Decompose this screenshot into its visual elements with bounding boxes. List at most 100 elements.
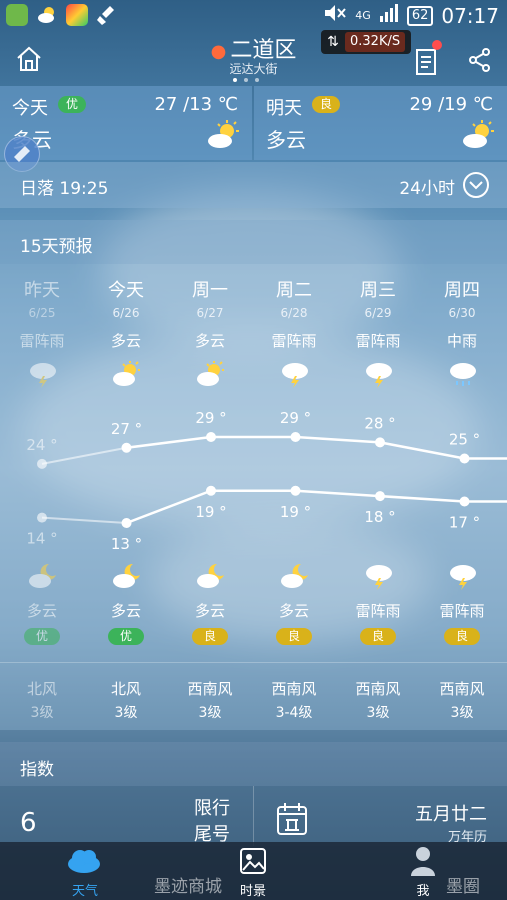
page-indicator	[233, 78, 259, 82]
day-date: 6/27	[196, 306, 224, 320]
forecast-day[interactable]: 昨天 6/25 雷阵雨 多云优北风 3级	[0, 264, 84, 730]
tab-me[interactable]: 我	[398, 842, 448, 900]
restriction-label: 限行 尾号	[194, 796, 230, 848]
status-bar: 4G 62 07:17	[0, 0, 507, 30]
network-type: 4G	[355, 9, 371, 22]
promo-circle[interactable]: 墨圈	[446, 872, 480, 897]
night-condition: 多云	[26, 602, 57, 620]
app-notification-icon	[6, 4, 28, 26]
index-header: 指数	[0, 742, 507, 786]
restriction-number: 6	[20, 808, 37, 838]
sun-cloud-icon	[112, 360, 142, 388]
moon-cloud-icon	[196, 562, 226, 590]
day-weekday: 周三	[360, 280, 396, 301]
forecast-day[interactable]: 周三 6/29 雷阵雨 雷阵雨良西南风 3级	[336, 264, 420, 730]
header: ● 二道区 远达大街 ⇅ 0.32K/S	[0, 30, 507, 86]
day-weekday: 周四	[444, 280, 480, 301]
share-icon[interactable]	[468, 48, 492, 72]
day-condition: 雷阵雨	[271, 332, 317, 350]
tab-weather-label: 天气	[71, 884, 98, 899]
wind-level: 3级	[30, 705, 54, 721]
forecast-day[interactable]: 今天 6/26 多云 多云优北风 3级	[84, 264, 168, 730]
wind-level: 3级	[450, 705, 474, 721]
tab-weather[interactable]: 天气	[60, 842, 110, 900]
thunder-cloud-icon	[448, 562, 478, 590]
wind-level: 3级	[198, 705, 222, 721]
aq-badge: 良	[360, 628, 396, 645]
restriction-line-1: 限行	[194, 798, 230, 819]
wind-direction: 西南风	[271, 680, 317, 698]
aq-badge: 优	[24, 628, 60, 645]
rain-cloud-icon	[448, 360, 478, 388]
wind-direction: 西南风	[439, 680, 485, 698]
wind-level: 3级	[366, 705, 390, 721]
forecast-title: 15天预报	[20, 237, 93, 257]
hourly-label: 24小时	[399, 179, 455, 199]
chevron-down-icon[interactable]	[463, 172, 489, 198]
signal-icon	[379, 4, 399, 27]
calendar-icon	[276, 802, 308, 836]
sun-cloud-icon	[196, 360, 226, 388]
network-speed: ⇅ 0.32K/S	[321, 30, 411, 54]
aq-badge: 良	[276, 628, 312, 645]
day-date: 6/30	[448, 306, 476, 320]
sunset-time: 日落 19:25	[20, 179, 109, 199]
day-condition: 中雨	[446, 332, 477, 350]
thunder-cloud-icon	[364, 360, 394, 388]
sun-cloud-icon	[206, 120, 240, 150]
picture-icon	[240, 848, 266, 878]
aq-badge: 良	[444, 628, 480, 645]
transfer-icon: ⇅	[327, 34, 339, 50]
tab-time-view[interactable]: 时景	[228, 842, 278, 900]
cloud-icon	[66, 848, 102, 878]
moon-cloud-icon	[112, 562, 142, 590]
tomorrow-label: 明天	[266, 98, 302, 119]
forecast-day[interactable]: 周一 6/27 多云 多云良西南风 3级	[168, 264, 252, 730]
forecast-panel[interactable]: 24 ° 14 ° 27 ° 13 ° 29 ° 19 ° 29 ° 19 ° 28 ° 18 °…	[0, 264, 507, 730]
night-condition: 多云	[194, 602, 225, 620]
wind-direction: 西南风	[187, 680, 233, 698]
speed-value: 0.32K/S	[345, 32, 406, 52]
mute-icon	[323, 3, 347, 28]
day-condition: 雷阵雨	[19, 332, 65, 350]
index-row[interactable]: 6 限行 尾号 五月廿二 万年历	[0, 786, 507, 846]
sunset-row[interactable]: 日落 19:25 24小时	[0, 162, 507, 208]
day-date: 6/25	[28, 306, 56, 320]
today-temp: 27 /13 ℃	[154, 94, 238, 115]
aq-badge: 良	[192, 628, 228, 645]
tomorrow-aq-badge: 良	[312, 96, 341, 113]
forecast-day[interactable]: 周四 6/30 中雨 雷阵雨良西南风 3级	[420, 264, 504, 730]
thunder-cloud-icon	[280, 360, 310, 388]
today-label: 今天	[12, 98, 48, 119]
aq-badge: 优	[108, 628, 144, 645]
day-condition: 雷阵雨	[355, 332, 401, 350]
day-weekday: 周二	[276, 280, 312, 301]
notification-dot	[432, 40, 442, 50]
battery-level: 62	[406, 5, 434, 26]
day-condition: 多云	[110, 332, 141, 350]
night-condition: 多云	[278, 602, 309, 620]
tomorrow-temp: 29 /19 ℃	[409, 94, 493, 115]
lunar-date: 五月廿二	[415, 804, 487, 825]
thunder-cloud-icon	[364, 562, 394, 590]
index-title: 指数	[20, 760, 54, 780]
wind-direction: 北风	[110, 680, 141, 698]
day-date: 6/28	[280, 306, 308, 320]
night-condition: 多云	[110, 602, 141, 620]
day-date: 6/29	[364, 306, 392, 320]
forecast-day[interactable]: 周二 6/28 雷阵雨多云良西南风 3-4级	[252, 264, 336, 730]
wind-direction: 西南风	[355, 680, 401, 698]
today-aq-badge: 优	[58, 96, 87, 113]
moon-cloud-icon	[28, 562, 58, 590]
clock: 07:17	[441, 3, 499, 28]
day-weekday: 今天	[108, 280, 144, 301]
promo-mall[interactable]: 墨迹商城	[154, 872, 222, 897]
news-icon[interactable]	[415, 48, 439, 76]
thunder-cloud-icon	[28, 360, 58, 388]
wind-level: 3-4级	[275, 705, 313, 721]
night-condition: 雷阵雨	[355, 602, 401, 620]
forecast-header: 15天预报	[0, 220, 507, 264]
moon-cloud-icon	[280, 562, 310, 590]
location-pin-icon: ●	[210, 41, 227, 62]
tomorrow-card[interactable]: 明天 良 29 /19 ℃ 多云	[254, 86, 507, 160]
